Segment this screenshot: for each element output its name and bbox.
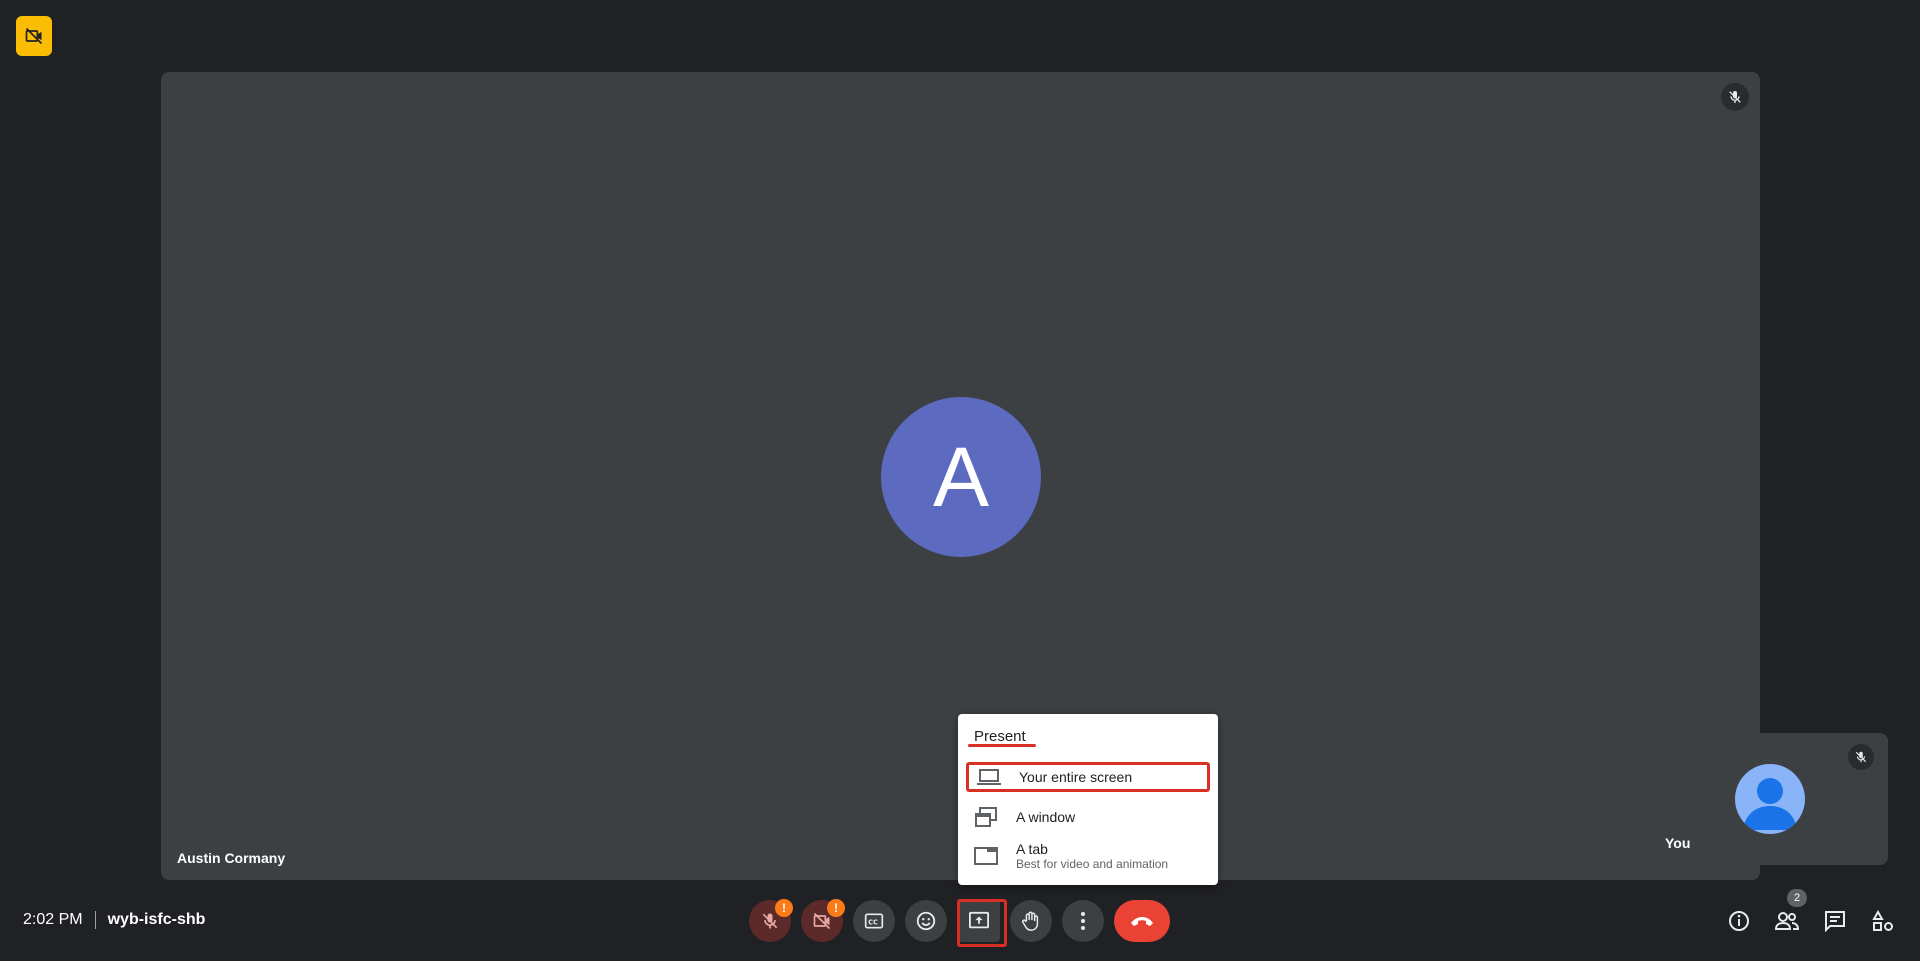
emoji-icon xyxy=(915,910,937,932)
present-tab-option[interactable]: A tab Best for video and animation xyxy=(966,838,1210,874)
present-menu: Present Your entire screen A window A ta… xyxy=(958,714,1218,885)
reactions-button[interactable] xyxy=(905,900,947,942)
divider xyxy=(94,911,96,929)
people-icon xyxy=(1774,910,1800,932)
present-menu-title: Present xyxy=(974,728,1026,745)
present-button-highlight xyxy=(957,899,1007,947)
end-call-button[interactable] xyxy=(1114,900,1170,942)
entire-screen-label: Your entire screen xyxy=(1019,769,1133,785)
tab-sublabel: Best for video and animation xyxy=(1016,857,1169,871)
self-label: You xyxy=(1665,835,1691,851)
more-options-button[interactable] xyxy=(1062,900,1104,942)
window-label: A window xyxy=(1016,809,1076,825)
present-window-option[interactable]: A window xyxy=(966,802,1210,832)
participant-name: Austin Cormany xyxy=(177,850,286,866)
meeting-time: 2:02 PM xyxy=(23,911,83,928)
video-off-icon xyxy=(24,26,44,46)
people-button[interactable] xyxy=(1772,906,1802,936)
laptop-icon xyxy=(977,768,1005,786)
meeting-details: 2:02 PM wyb-isfc-shb xyxy=(23,911,205,929)
title-underline-annotation xyxy=(968,744,1036,747)
participant-avatar: A xyxy=(881,397,1041,557)
info-icon xyxy=(1727,909,1751,933)
captions-icon: CC xyxy=(864,912,884,930)
mic-alert-badge: ! xyxy=(775,899,793,917)
presentation-warning-badge[interactable] xyxy=(16,16,52,56)
mic-muted-icon xyxy=(1721,83,1749,111)
tab-label: A tab xyxy=(1016,841,1048,857)
more-vert-icon xyxy=(1080,911,1086,931)
tab-icon xyxy=(974,846,1002,866)
self-avatar xyxy=(1735,764,1805,834)
self-mic-muted-icon xyxy=(1848,744,1874,770)
hand-icon xyxy=(1020,910,1042,932)
captions-button[interactable]: CC xyxy=(853,900,895,942)
activities-icon xyxy=(1871,909,1895,933)
participant-count-badge: 2 xyxy=(1787,889,1807,907)
meeting-info-button[interactable] xyxy=(1724,906,1754,936)
present-entire-screen-option[interactable]: Your entire screen xyxy=(966,762,1210,792)
activities-button[interactable] xyxy=(1868,906,1898,936)
meeting-code: wyb-isfc-shb xyxy=(107,911,206,928)
chat-icon xyxy=(1823,909,1847,933)
svg-text:CC: CC xyxy=(868,918,878,926)
window-icon xyxy=(974,806,1002,828)
camera-alert-badge: ! xyxy=(827,899,845,917)
raise-hand-button[interactable] xyxy=(1010,900,1052,942)
chat-button[interactable] xyxy=(1820,906,1850,936)
end-call-icon xyxy=(1129,915,1155,927)
